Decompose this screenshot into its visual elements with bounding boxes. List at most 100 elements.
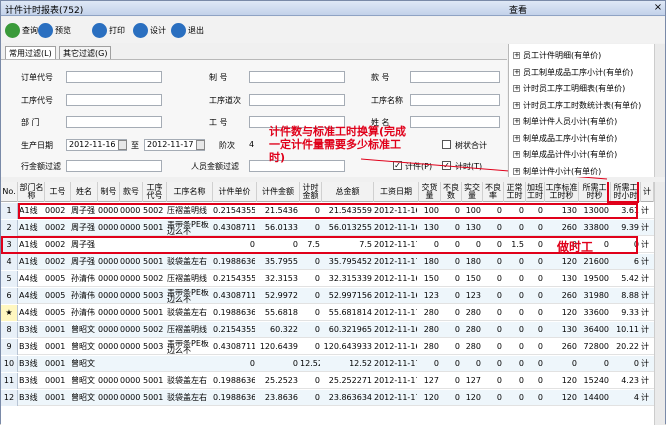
expand-icon[interactable]: + bbox=[513, 68, 520, 76]
table-cell: 0 bbox=[454, 223, 460, 232]
expand-icon[interactable]: + bbox=[513, 151, 520, 158]
table-row[interactable]: 5A4线0005孙清伟000000005002压褶盖明线0.2154355932… bbox=[1, 271, 665, 287]
style-field[interactable] bbox=[410, 71, 500, 83]
report-item[interactable]: + 员工制单成品工序小计(有单价) bbox=[513, 67, 633, 78]
close-icon[interactable]: × bbox=[652, 2, 664, 14]
calendar-icon[interactable] bbox=[118, 140, 127, 150]
table-row[interactable]: 11B3线0001曾昭文000000005001驳袋盖左右0.198863622… bbox=[1, 373, 665, 389]
search-button[interactable]: 查询 bbox=[5, 21, 38, 39]
design-icon bbox=[133, 22, 148, 38]
table-cell: 计 bbox=[641, 359, 649, 368]
column-header[interactable]: 款号 bbox=[120, 182, 143, 202]
table-cell: 5003 bbox=[143, 342, 164, 351]
table-cell: 0 bbox=[518, 325, 524, 334]
table-row[interactable]: 12B3线0001曾昭文000000005001驳袋盖左右0.198863622… bbox=[1, 390, 665, 406]
expand-icon[interactable]: + bbox=[513, 134, 520, 142]
table-cell: 0000 bbox=[98, 257, 118, 266]
table-cell: 0000 bbox=[98, 342, 118, 351]
table-row[interactable]: 4A1线0002周子强000000005001驳袋盖左右0.1988636235… bbox=[1, 254, 665, 270]
column-header[interactable]: 工序名称 bbox=[167, 182, 213, 202]
report-list-scrollbar[interactable] bbox=[654, 44, 665, 177]
expand-icon[interactable]: + bbox=[513, 118, 520, 125]
expand-icon[interactable]: + bbox=[513, 52, 520, 59]
table-cell: 56.0133 bbox=[264, 223, 298, 232]
process-name-field[interactable] bbox=[410, 94, 500, 106]
order-no-field[interactable] bbox=[66, 71, 162, 83]
category-field[interactable] bbox=[249, 71, 345, 83]
row-number: 12 bbox=[1, 390, 18, 406]
table-row[interactable]: 8B3线0001曾昭文000000005002压褶盖明线0.2154355960… bbox=[1, 322, 665, 338]
column-header[interactable]: 总金额 bbox=[322, 182, 374, 202]
column-header[interactable]: No. bbox=[1, 182, 18, 202]
name-field[interactable] bbox=[410, 116, 500, 128]
column-header[interactable]: 姓名 bbox=[71, 182, 98, 202]
table-cell: 0002 bbox=[45, 257, 66, 266]
column-header[interactable]: 计件单价 bbox=[213, 182, 257, 202]
column-header[interactable]: 计时金额 bbox=[300, 182, 322, 202]
table-cell: 52.997156 bbox=[328, 291, 372, 300]
grid-scrollbar[interactable] bbox=[654, 182, 665, 425]
table-cell: 120 bbox=[561, 376, 577, 385]
dept-field[interactable] bbox=[66, 116, 162, 128]
table-cell: 计 bbox=[641, 257, 649, 266]
exit-button[interactable]: 退出 bbox=[171, 21, 204, 39]
column-header[interactable]: 工序标准工时秒 bbox=[545, 182, 579, 202]
column-header[interactable]: 加班工时 bbox=[526, 182, 545, 202]
column-header[interactable]: 工序代号 bbox=[143, 182, 167, 202]
column-header[interactable]: 工号 bbox=[45, 182, 71, 202]
print-button[interactable]: 打印 bbox=[92, 21, 125, 39]
search-icon bbox=[5, 22, 20, 38]
process-order-field[interactable] bbox=[249, 94, 345, 106]
table-cell: 2012-11-17 bbox=[374, 257, 417, 266]
table-cell: 10.11 bbox=[616, 325, 639, 334]
column-header[interactable]: 正常工时 bbox=[504, 182, 526, 202]
expand-icon[interactable]: + bbox=[513, 167, 520, 175]
column-header[interactable]: 部门名称 bbox=[19, 182, 45, 202]
order-no-label: 订单代号 bbox=[21, 73, 53, 82]
table-row[interactable]: 10B3线0001曾昭文0012.5212.522012-11-17000000… bbox=[1, 356, 665, 372]
table-cell: 130 bbox=[561, 325, 577, 334]
column-header[interactable]: 工资日期 bbox=[374, 182, 419, 202]
table-cell: 计 bbox=[641, 325, 649, 334]
table-cell: 2012-11-16 bbox=[374, 274, 417, 283]
expand-icon[interactable]: + bbox=[513, 101, 520, 109]
report-item[interactable]: + 制单成品计件小计(有单价) bbox=[513, 149, 617, 160]
line-total-field[interactable] bbox=[66, 160, 162, 172]
report-item[interactable]: + 制单成品工序小计(有单价) bbox=[513, 133, 617, 144]
table-cell: 0000 bbox=[120, 257, 141, 266]
table-cell: 120 bbox=[561, 257, 577, 266]
report-item-label: 计时员工序工时数统计表(有单价) bbox=[523, 100, 642, 110]
report-item[interactable]: + 制单计件人员小计(有单价) bbox=[513, 116, 617, 127]
table-cell: 33800 bbox=[583, 223, 609, 232]
report-item[interactable]: + 制单计件小计(有单价) bbox=[513, 166, 601, 177]
expand-icon[interactable]: + bbox=[513, 85, 520, 92]
table-cell: 0 bbox=[314, 376, 320, 385]
preview-button[interactable]: 预览 bbox=[38, 21, 71, 39]
tab-common-filter[interactable]: 常用过滤(L) bbox=[5, 46, 56, 59]
work-code-field[interactable] bbox=[66, 94, 162, 106]
column-header[interactable]: 制号 bbox=[98, 182, 120, 202]
tree-total-checkbox[interactable] bbox=[442, 140, 451, 149]
table-cell: 0 bbox=[454, 376, 460, 385]
column-header[interactable]: 不良率 bbox=[483, 182, 504, 202]
table-cell: 52.9972 bbox=[264, 291, 298, 300]
table-row[interactable]: 6 A4线 0005 孙清伟 0000 0000 5003 盖带条PE板边么不 0.430871… bbox=[1, 288, 665, 304]
column-header[interactable]: 交货量 bbox=[419, 182, 441, 202]
toolbar: 查询 预览 打印 设计 退出 bbox=[1, 17, 665, 43]
column-header[interactable]: 不良数 bbox=[441, 182, 462, 202]
column-header[interactable]: 实交量 bbox=[462, 182, 483, 202]
table-row[interactable]: ★A4线0005孙清伟000000005001驳袋盖左右0.1988636255… bbox=[1, 305, 665, 321]
report-item[interactable]: + 计时员工序工明细表(有单价) bbox=[513, 83, 625, 94]
table-row[interactable]: 9 B3线 0001 曾昭文 0000 0000 5003 盖带条PE板边么不 0.430871… bbox=[1, 339, 665, 355]
table-cell: 0000 bbox=[98, 325, 118, 334]
time-checkbox[interactable]: ✓ bbox=[442, 161, 451, 170]
design-button[interactable]: 设计 bbox=[133, 21, 166, 39]
report-item[interactable]: + 员工计件明细(有单价) bbox=[513, 50, 601, 61]
table-row[interactable]: 2 A1线 0002 周子强 0000 0000 5001 盖带条PE板边么不 0.430871… bbox=[1, 220, 665, 236]
table-cell: 4.23 bbox=[621, 376, 639, 385]
column-header[interactable]: 计件金额 bbox=[257, 182, 300, 202]
calendar-icon[interactable] bbox=[196, 140, 205, 150]
report-item[interactable]: + 计时员工序工时数统计表(有单价) bbox=[513, 100, 641, 111]
tab-other-filter[interactable]: 其它过滤(G) bbox=[59, 46, 112, 59]
column-header[interactable]: 计 bbox=[641, 182, 654, 202]
